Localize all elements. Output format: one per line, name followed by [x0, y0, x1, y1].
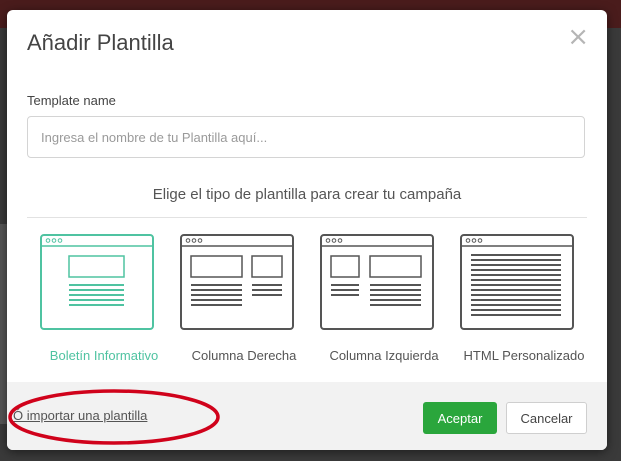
custom-html-layout-icon — [460, 234, 574, 330]
template-name-input[interactable] — [27, 116, 585, 158]
template-option-label: HTML Personalizado — [463, 348, 585, 363]
import-template-link[interactable]: Ó importar una plantilla — [13, 408, 147, 423]
template-option-label: Boletín Informativo — [49, 348, 159, 363]
cancel-button[interactable]: Cancelar — [506, 402, 587, 434]
left-column-layout-icon — [320, 234, 434, 330]
right-column-layout-icon — [180, 234, 294, 330]
accept-button[interactable]: Aceptar — [423, 402, 497, 434]
divider — [27, 217, 587, 218]
template-option-newsletter[interactable]: Boletín Informativo — [34, 234, 174, 374]
dialog-footer: Ó importar una plantilla Aceptar Cancela… — [7, 382, 607, 450]
add-template-dialog: Añadir Plantilla × Template name Elige e… — [7, 10, 607, 450]
template-option-custom-html[interactable]: HTML Personalizado — [454, 234, 594, 374]
template-type-prompt: Elige el tipo de plantilla para crear tu… — [152, 186, 462, 203]
template-name-label: Template name — [27, 93, 116, 108]
dialog-title: Añadir Plantilla — [27, 30, 174, 55]
template-option-label: Columna Izquierda — [329, 348, 439, 363]
template-option-left-column[interactable]: Columna Izquierda — [314, 234, 454, 374]
newsletter-layout-icon — [40, 234, 154, 330]
close-icon[interactable]: × — [567, 24, 589, 50]
template-option-right-column[interactable]: Columna Derecha — [174, 234, 314, 374]
template-option-label: Columna Derecha — [191, 348, 297, 363]
